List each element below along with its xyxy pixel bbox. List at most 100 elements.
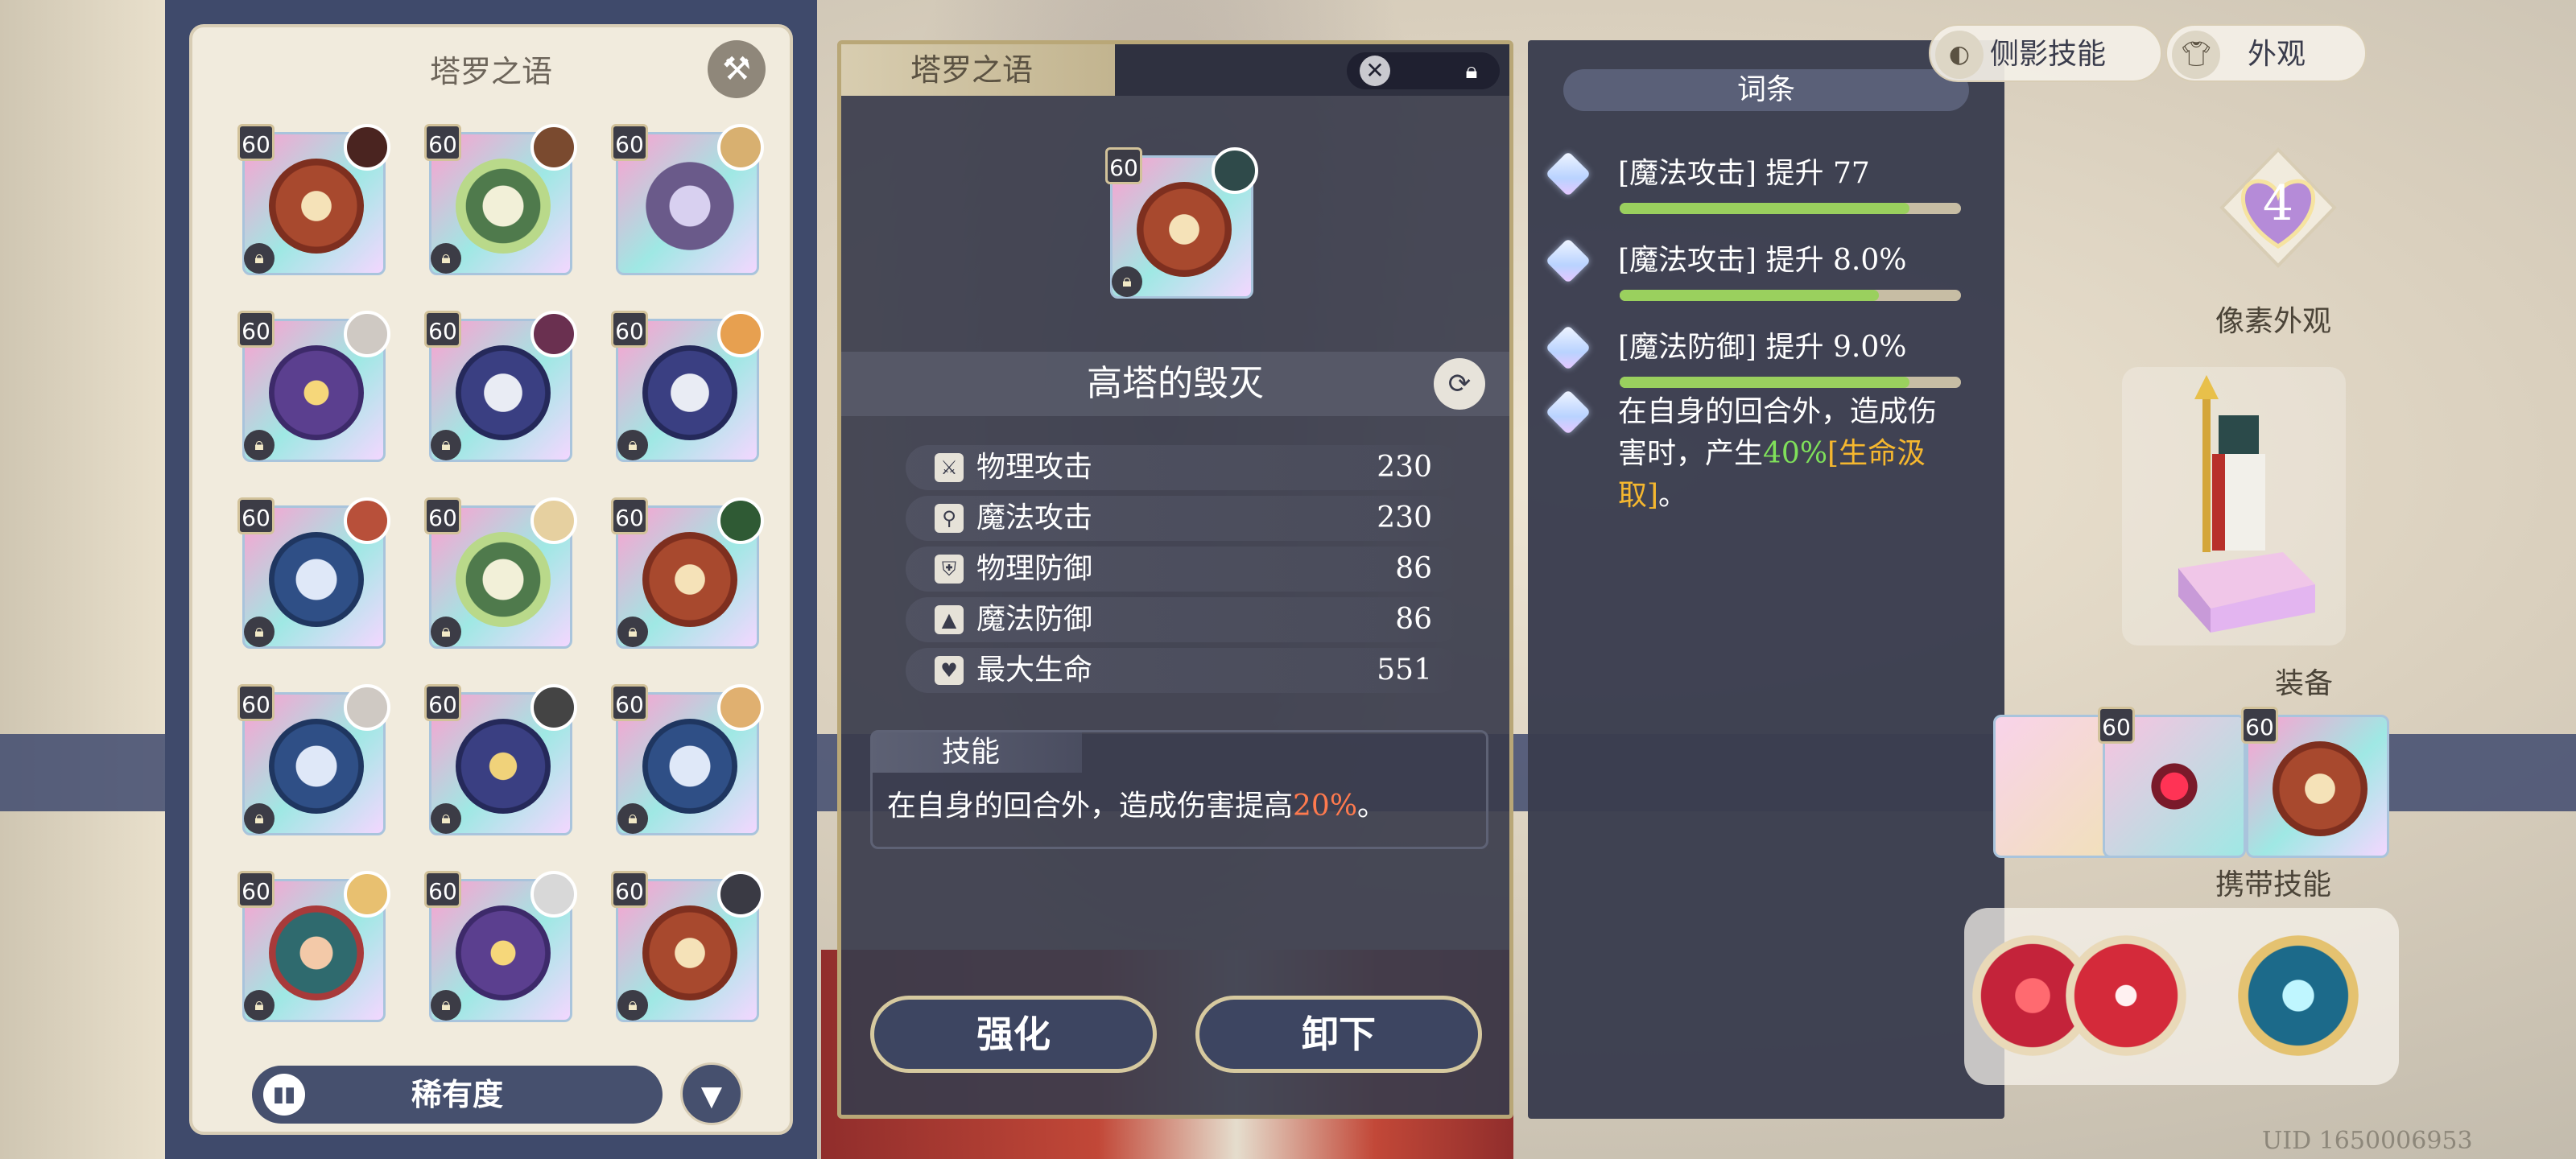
- stat-value: 551: [1377, 654, 1432, 687]
- hammer-icon[interactable]: ⚒: [708, 40, 766, 98]
- card-level: 60: [424, 311, 461, 348]
- skill-orb-blue[interactable]: [2238, 935, 2359, 1056]
- stat-row: ⚔ 物理攻击 230: [906, 445, 1461, 490]
- pixel-appearance-preview[interactable]: [2122, 367, 2346, 645]
- character-avatar: [344, 684, 390, 731]
- tab-appearance[interactable]: 👕︎ 外观: [2165, 24, 2367, 82]
- enhance-button[interactable]: 强化: [870, 996, 1157, 1073]
- affix-item: [魔法防御] 提升 9.0%: [1545, 324, 1971, 399]
- character-avatar: [530, 871, 577, 918]
- scroll-emblem-icon: [269, 532, 364, 627]
- tarot-card[interactable]: 60 🔒︎: [611, 684, 764, 837]
- stat-value: 86: [1395, 603, 1432, 636]
- tarot-card[interactable]: 60 🔒︎: [424, 684, 577, 837]
- skill-title: 技能: [873, 732, 1082, 773]
- lock-icon: 🔒︎: [431, 990, 461, 1021]
- bar-chart-icon: ▮▮: [263, 1074, 305, 1116]
- shield-icon: ⛨: [935, 555, 964, 584]
- pixel-character-sprite: [2178, 375, 2315, 633]
- lock-icon: 🔒︎: [431, 617, 461, 647]
- card-name: 高塔的毁灭: [1087, 363, 1264, 404]
- sort-rarity-label: 稀有度: [411, 1077, 503, 1112]
- tarot-card[interactable]: 60 🔒︎: [237, 124, 390, 277]
- tarot-card[interactable]: 60 🔒︎: [424, 311, 577, 464]
- tab-silhouette-skill[interactable]: ◐ 侧影技能: [1929, 24, 2162, 82]
- lock-icon: 🔒︎: [617, 803, 648, 834]
- wreath-emblem-icon: [456, 532, 551, 627]
- lock-icon: 🔒︎: [617, 430, 648, 460]
- tarot-card[interactable]: 60 🔒︎: [611, 871, 764, 1024]
- equipment-level: 60: [2241, 707, 2278, 744]
- stat-value: 230: [1377, 451, 1432, 484]
- scroll-emblem-icon: [269, 719, 364, 814]
- horse-emblem-icon: [642, 345, 737, 440]
- tower-emblem-icon: [269, 159, 364, 254]
- character-avatar: [1212, 147, 1258, 194]
- card-level: 60: [1105, 147, 1142, 184]
- character-avatar: [530, 684, 577, 731]
- card-level: 60: [611, 684, 648, 721]
- affix-roll-fill: [1620, 290, 1880, 301]
- card-level: 60: [237, 124, 275, 161]
- character-avatar: [530, 124, 577, 171]
- filter-icon[interactable]: ▼: [680, 1062, 743, 1125]
- skill-desc-percent: 20%: [1293, 790, 1358, 823]
- character-avatar: [717, 871, 764, 918]
- tarot-card[interactable]: 60 🔒︎: [237, 311, 390, 464]
- tower-emblem-icon: [2273, 741, 2368, 836]
- affection-heart-icon[interactable]: 4: [2214, 143, 2343, 272]
- stat-value: 86: [1395, 552, 1432, 585]
- card-inventory-panel: 塔罗之语 ⚒ 60 🔒︎ 60 🔒︎ 60 60 🔒︎ 60 🔒︎ 60 🔒︎ 60 🔒︎ 60 🔒︎ 60 🔒…: [165, 0, 817, 1159]
- moon-emblem-icon: [269, 345, 364, 440]
- tarot-card[interactable]: 60: [611, 124, 764, 277]
- sort-rarity-button[interactable]: ▮▮ 稀有度: [252, 1066, 663, 1124]
- tarot-card[interactable]: 60 🔒︎: [237, 497, 390, 650]
- affix-roll-bar: [1620, 377, 1961, 388]
- lock-icon: 🔒︎: [244, 617, 275, 647]
- scroll-emblem-icon: [642, 719, 737, 814]
- equipment-slot-weapon[interactable]: [1988, 707, 2136, 858]
- wizard-hat-icon: ▲: [935, 605, 964, 634]
- stat-row: ▲ 魔法防御 86: [906, 597, 1461, 642]
- carry-skill-label: 携带技能: [2215, 868, 2332, 901]
- lock-icon[interactable]: 🔒︎: [1456, 56, 1487, 86]
- tarot-card[interactable]: 60 🔒︎: [424, 124, 577, 277]
- card-name-row: 高塔的毁灭 ⟳: [841, 352, 1509, 416]
- tarot-card[interactable]: 60 🔒︎: [611, 497, 764, 650]
- affix-header: 词条: [1563, 69, 1969, 111]
- equipment-slot-tarot[interactable]: 60: [2241, 707, 2389, 858]
- card-level: 60: [611, 497, 648, 534]
- affix-item: [魔法攻击] 提升 77: [1545, 151, 1971, 225]
- lock-icon: 🔒︎: [617, 617, 648, 647]
- swap-icon[interactable]: ⟳: [1434, 358, 1485, 410]
- stat-name: 魔法防御: [976, 603, 1093, 636]
- tarot-card[interactable]: 60 🔒︎: [611, 311, 764, 464]
- heart-icon: ♥: [935, 656, 964, 685]
- affix-special: 在自身的回合外，造成伤害时，产生40%[生命汲取]。: [1545, 389, 1971, 520]
- equipment-slot-necklace[interactable]: 60: [2098, 707, 2246, 858]
- tarot-card[interactable]: 60 🔒︎: [424, 497, 577, 650]
- skill-description: 在自身的回合外，造成伤害提高20%。: [887, 782, 1386, 824]
- shirt-icon: 👕︎: [2172, 31, 2220, 79]
- unequip-button[interactable]: 卸下: [1195, 996, 1482, 1073]
- affix-item: [魔法攻击] 提升 8.0%: [1545, 237, 1971, 312]
- close-icon[interactable]: ✕: [1360, 56, 1390, 86]
- affection-level: 4: [2262, 175, 2294, 232]
- tarot-card[interactable]: 60 🔒︎: [237, 684, 390, 837]
- tower-emblem-icon: [1137, 182, 1232, 277]
- wreath-emblem-icon: [456, 159, 551, 254]
- scales-emblem-icon: [456, 719, 551, 814]
- skill-orb-red-2[interactable]: [2066, 935, 2186, 1056]
- tarot-card[interactable]: 60 🔒︎: [424, 871, 577, 1024]
- card-level: 60: [424, 497, 461, 534]
- equipment-level: 60: [2098, 707, 2135, 744]
- tarot-card[interactable]: 60 🔒︎: [237, 871, 390, 1024]
- card-level: 60: [424, 684, 461, 721]
- lock-icon: 🔒︎: [244, 803, 275, 834]
- stat-name: 物理攻击: [976, 451, 1093, 484]
- lock-icon: 🔒︎: [244, 990, 275, 1021]
- affix-special-end: 。: [1658, 479, 1688, 512]
- affix-text: [魔法攻击] 提升 8.0%: [1618, 244, 1907, 277]
- card-level: 60: [424, 124, 461, 161]
- affix-text: [魔法攻击] 提升 77: [1618, 157, 1870, 190]
